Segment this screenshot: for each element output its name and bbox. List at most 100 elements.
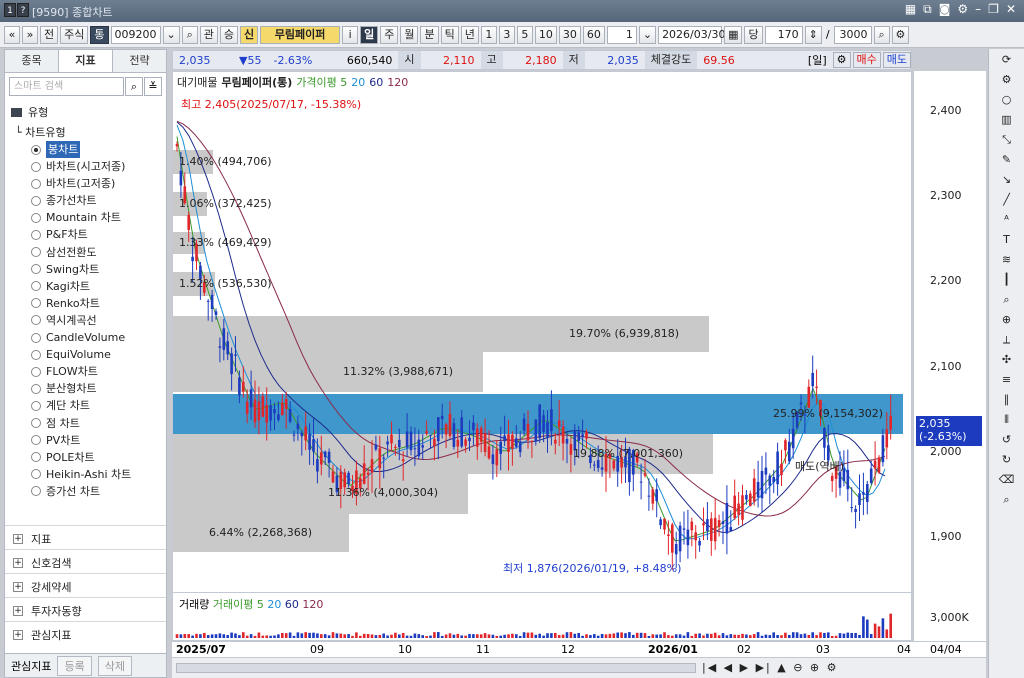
total-input[interactable]: 3000 xyxy=(833,25,872,44)
erase-icon[interactable]: ⌫ xyxy=(996,471,1018,489)
unit-dropdown-icon[interactable]: ⌄ xyxy=(638,25,657,44)
chart-type-item[interactable]: 역시계곡선 xyxy=(5,312,166,329)
collapse-icon[interactable]: ≚ xyxy=(144,77,162,96)
unit-input[interactable]: 1 xyxy=(606,25,637,44)
chart-type-item[interactable]: 바차트(시고저종) xyxy=(5,158,166,175)
radio-icon[interactable] xyxy=(31,281,41,292)
period-tick[interactable]: 틱 xyxy=(440,25,459,44)
tong-button[interactable]: 통 xyxy=(90,25,109,44)
chart-type-item[interactable]: 계단 차트 xyxy=(5,397,166,414)
restore-icon[interactable]: ❐ xyxy=(988,2,999,17)
radio-icon[interactable] xyxy=(31,383,41,394)
section-3[interactable]: + 투자자동향 xyxy=(5,597,166,624)
period-month[interactable]: 월 xyxy=(400,25,419,44)
config-icon[interactable]: ⚙ xyxy=(832,52,851,68)
period-week[interactable]: 주 xyxy=(380,25,399,44)
radio-icon[interactable] xyxy=(31,144,41,155)
interval-3[interactable]: 3 xyxy=(498,25,515,44)
count-spin-icon[interactable]: ⇕ xyxy=(804,25,822,44)
legend-ma60[interactable]: 60 xyxy=(369,76,383,89)
chart-type-item[interactable]: 삼선전환도 xyxy=(5,244,166,261)
delete-button[interactable]: 삭제 xyxy=(97,655,132,676)
interval-30[interactable]: 30 xyxy=(558,25,581,44)
line-icon[interactable]: ╱ xyxy=(996,191,1018,209)
copy-icon[interactable]: ⧉ xyxy=(923,2,932,17)
market-type-select[interactable]: 주식 xyxy=(60,25,89,44)
date-axis[interactable]: 2025/07 09 10 11 12 2026/01 02 03 04 04/04 xyxy=(172,641,986,657)
radio-icon[interactable] xyxy=(31,264,41,275)
interval-1[interactable]: 1 xyxy=(480,25,497,44)
price-chart[interactable]: 대기매물 무림페이퍼(통) 가격이평 5 20 60 120 최고 2,405(2025/… xyxy=(172,71,918,642)
tab-stock[interactable]: 종목 xyxy=(5,50,58,72)
radio-icon[interactable] xyxy=(31,230,41,241)
candle-tool-icon[interactable]: ┃ xyxy=(996,271,1018,289)
dang-button[interactable]: 당 xyxy=(744,25,763,44)
radio-icon[interactable] xyxy=(31,418,41,429)
chart-type-item[interactable]: CandleVolume xyxy=(5,329,166,346)
search-icon[interactable]: ⌕ xyxy=(125,77,143,96)
group-label[interactable]: 유형 xyxy=(28,104,48,120)
camera-icon[interactable]: ◙ xyxy=(939,2,951,17)
chart-type-item[interactable]: POLE차트 xyxy=(5,449,166,466)
calendar-icon[interactable]: ▦ xyxy=(724,25,743,44)
subgroup-label[interactable]: 차트유형 xyxy=(25,126,65,139)
prev-nav-button[interactable]: « xyxy=(4,25,20,44)
chart-icon[interactable]: ▥ xyxy=(996,111,1018,129)
expand-icon[interactable]: + xyxy=(13,606,23,616)
close-icon[interactable]: ✕ xyxy=(1006,2,1016,17)
chart-type-item[interactable]: Heikin-Ashi 차트 xyxy=(5,466,166,483)
auto-icon[interactable]: ᴬ xyxy=(996,211,1018,229)
hline-icon[interactable]: ≡ xyxy=(996,371,1018,389)
vline-icon[interactable]: ∥ xyxy=(996,391,1018,409)
tab-strategy[interactable]: 전략 xyxy=(113,50,166,72)
period-year[interactable]: 년 xyxy=(460,25,479,44)
measure-icon[interactable]: ⟂ xyxy=(996,331,1018,349)
period-day[interactable]: 일 xyxy=(360,25,379,44)
chart-type-item[interactable]: Kagi차트 xyxy=(5,278,166,295)
chart-type-item[interactable]: 종가선차트 xyxy=(5,192,166,209)
sang-button[interactable]: 승 xyxy=(219,25,238,44)
legend-ma120[interactable]: 120 xyxy=(387,76,408,89)
smart-search-input[interactable]: 스마트 검색 xyxy=(9,77,124,96)
zoom-in-icon[interactable]: ⊕ xyxy=(996,311,1018,329)
minimize-icon[interactable]: – xyxy=(975,2,981,17)
settings-icon[interactable]: ⚙ xyxy=(957,2,968,17)
scroll-controls[interactable]: |◀ ◀ ▶ ▶| ▲ ⊖ ⊕ ⚙ xyxy=(702,661,838,674)
text-icon[interactable]: T xyxy=(996,231,1018,249)
expand-icon[interactable]: + xyxy=(13,558,23,568)
radio-icon[interactable] xyxy=(31,195,41,206)
date-input[interactable]: 2026/03/30 xyxy=(658,25,725,44)
settings-icon[interactable]: ⚙ xyxy=(996,71,1018,89)
zoom-icon[interactable]: ⌕ xyxy=(873,25,890,44)
price-axis[interactable]: 2,400 2,300 2,200 2,100 2,000 1,900 2,035 (-2… xyxy=(913,71,986,641)
pin-icon[interactable]: 1 xyxy=(4,3,16,17)
chart-type-item[interactable]: 바차트(고저종) xyxy=(5,175,166,192)
chart-type-item[interactable]: Renko차트 xyxy=(5,295,166,312)
next-nav-button[interactable]: » xyxy=(22,25,38,44)
radio-icon[interactable] xyxy=(31,469,41,480)
prev-button[interactable]: 전 xyxy=(40,25,59,44)
undo-icon[interactable]: ↺ xyxy=(996,431,1018,449)
radio-icon[interactable] xyxy=(31,161,41,172)
count-input[interactable]: 170 xyxy=(764,25,803,44)
legend-profile[interactable]: 대기매물 xyxy=(177,76,217,89)
chart-type-item[interactable]: PV차트 xyxy=(5,432,166,449)
bars-icon[interactable]: ⦀ xyxy=(996,411,1018,429)
ray-icon[interactable]: ↘ xyxy=(996,171,1018,189)
radio-icon[interactable] xyxy=(31,212,41,223)
chart-canvas[interactable] xyxy=(173,72,918,642)
period-minute[interactable]: 분 xyxy=(420,25,439,44)
interval-10[interactable]: 10 xyxy=(534,25,557,44)
radio-icon[interactable] xyxy=(31,366,41,377)
gwan-button[interactable]: 관 xyxy=(199,25,218,44)
section-0[interactable]: + 지표 xyxy=(5,525,166,552)
tab-indicator[interactable]: 지표 xyxy=(58,50,113,72)
fib-icon[interactable]: ≋ xyxy=(996,251,1018,269)
radio-icon[interactable] xyxy=(31,332,41,343)
radio-icon[interactable] xyxy=(31,298,41,309)
chart-type-item[interactable]: FLOW차트 xyxy=(5,363,166,380)
radio-icon[interactable] xyxy=(31,178,41,189)
section-4[interactable]: + 관심지표 xyxy=(5,621,166,648)
radio-icon[interactable] xyxy=(31,247,41,258)
pencil-icon[interactable]: ✎ xyxy=(996,151,1018,169)
